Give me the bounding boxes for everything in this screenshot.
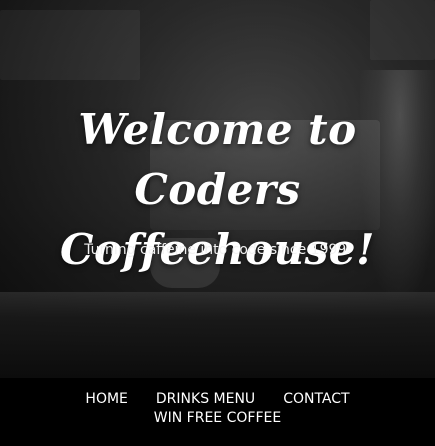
background-shelf [0,10,140,80]
nav-item-win-free-coffee[interactable]: WIN FREE COFFEE [140,409,295,428]
nav-list: HOME DRINKS MENU CONTACT WIN FREE COFFEE [0,378,435,428]
nav-item-contact[interactable]: CONTACT [269,390,363,409]
background-shelf [370,0,435,60]
hero-subtitle: Turning caffeine into code since 1999. [84,242,351,258]
main-navigation: HOME DRINKS MENU CONTACT WIN FREE COFFEE [0,378,435,446]
background-counter [0,292,435,378]
hero-banner: Welcome to Coders Coffeehouse! Turning c… [0,0,435,378]
nav-item-drinks-menu[interactable]: DRINKS MENU [142,390,269,409]
nav-item-home[interactable]: HOME [71,390,141,409]
